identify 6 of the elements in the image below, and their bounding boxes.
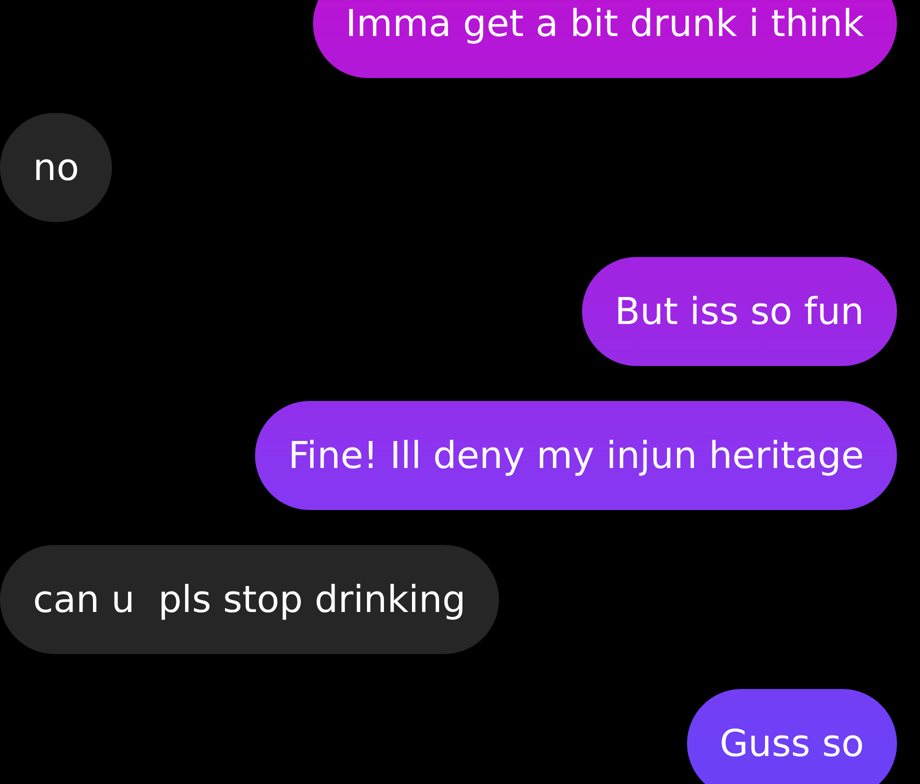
sent-message-bubble: But iss so fun (582, 257, 897, 366)
received-message-bubble: no (0, 113, 112, 222)
sent-message-bubble: Guss so (686, 689, 897, 784)
sent-message-bubble: Fine! Ill deny my injun heritage (255, 401, 897, 510)
sent-message-bubble: Imma get a bit drunk i think (312, 0, 897, 78)
received-message-bubble: can u pls stop drinking (0, 545, 499, 654)
